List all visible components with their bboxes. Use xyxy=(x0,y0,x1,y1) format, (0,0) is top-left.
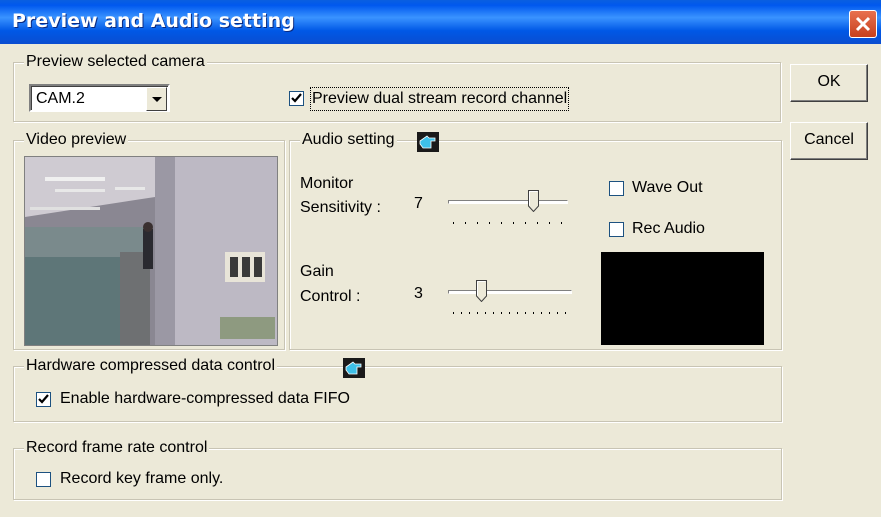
window-title: Preview and Audio setting xyxy=(12,10,295,32)
wave-out-checkbox[interactable] xyxy=(609,181,624,196)
wave-out-label[interactable]: Wave Out xyxy=(632,178,703,198)
camera-group-legend: Preview selected camera xyxy=(24,52,207,72)
monitor-sensitivity-slider[interactable] xyxy=(444,190,572,226)
gain-label-line2: Control : xyxy=(300,288,361,305)
gain-slider-ticks xyxy=(453,312,566,314)
fifo-checkbox[interactable] xyxy=(36,392,51,407)
dialog-client-area: Preview selected camera CAM.2 Preview du… xyxy=(4,44,876,513)
ok-button-label: OK xyxy=(817,73,841,90)
audio-group-legend: Audio setting xyxy=(300,130,397,150)
monitor-label-line2: Sensitivity : xyxy=(300,199,381,216)
dual-stream-checkbox[interactable] xyxy=(289,91,304,106)
checkmark-icon xyxy=(291,93,302,103)
cancel-button[interactable]: Cancel xyxy=(790,122,868,160)
rec-audio-label[interactable]: Rec Audio xyxy=(632,219,705,239)
audio-level-display xyxy=(601,252,764,345)
gain-control-slider[interactable] xyxy=(444,280,572,316)
key-frame-label[interactable]: Record key frame only. xyxy=(60,469,223,489)
gain-slider-track xyxy=(448,290,572,294)
gain-label-line1: Gain xyxy=(300,263,334,280)
monitor-slider-ticks xyxy=(453,222,562,224)
hardware-group-legend: Hardware compressed data control xyxy=(24,356,278,376)
rec-audio-checkbox[interactable] xyxy=(609,222,624,237)
key-frame-checkbox[interactable] xyxy=(36,472,51,487)
camera-select[interactable]: CAM.2 xyxy=(29,84,170,112)
fifo-label[interactable]: Enable hardware-compressed data FIFO xyxy=(60,389,350,409)
monitor-slider-thumb[interactable] xyxy=(528,190,539,212)
video-frame xyxy=(25,157,277,345)
cancel-button-label: Cancel xyxy=(804,131,854,148)
monitor-slider-track xyxy=(448,200,568,204)
close-icon xyxy=(855,16,871,32)
camera-select-dropdown-button[interactable] xyxy=(146,87,167,111)
ok-button[interactable]: OK xyxy=(790,64,868,102)
gain-value: 3 xyxy=(414,285,423,302)
monitor-label-line1: Monitor xyxy=(300,175,354,192)
checkmark-icon xyxy=(38,394,49,404)
dual-stream-label[interactable]: Preview dual stream record channel xyxy=(309,87,570,111)
hardware-help-pointing-hand-icon[interactable] xyxy=(343,358,365,378)
gain-slider-thumb[interactable] xyxy=(476,280,487,302)
frame-rate-group-legend: Record frame rate control xyxy=(24,438,210,458)
monitor-value: 7 xyxy=(414,195,423,212)
close-button[interactable] xyxy=(849,10,877,38)
chevron-down-icon xyxy=(152,97,162,102)
video-preview-image xyxy=(24,156,278,346)
camera-select-value: CAM.2 xyxy=(36,90,85,107)
video-group-legend: Video preview xyxy=(24,130,129,150)
preview-audio-dialog: Preview and Audio setting Preview select… xyxy=(0,0,881,517)
title-bar[interactable]: Preview and Audio setting xyxy=(0,0,881,44)
audio-help-pointing-hand-icon[interactable] xyxy=(417,132,439,152)
